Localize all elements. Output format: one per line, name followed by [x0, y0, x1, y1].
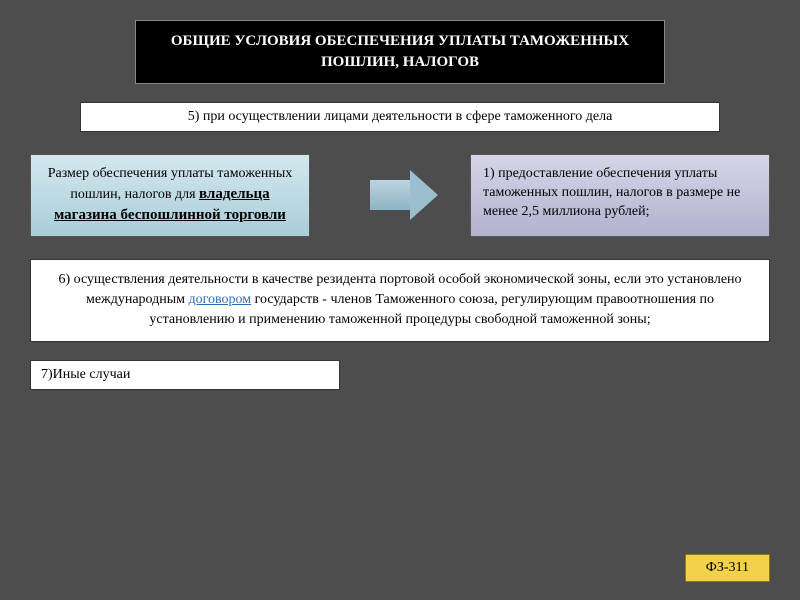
right-card: 1) предоставление обеспечения уплаты там…: [470, 154, 770, 237]
slide-title: ОБЩИЕ УСЛОВИЯ ОБЕСПЕЧЕНИЯ УПЛАТЫ ТАМОЖЕН…: [135, 20, 665, 84]
reference-tag: ФЗ-311: [685, 554, 770, 582]
item-6-box: 6) осуществления деятельности в качестве…: [30, 259, 770, 342]
arrow-icon: [345, 154, 435, 237]
item-7-box: 7)Иные случаи: [30, 360, 340, 390]
item6-link[interactable]: договором: [189, 292, 252, 307]
content-row: Размер обеспечения уплаты таможенных пош…: [30, 154, 770, 237]
slide: ОБЩИЕ УСЛОВИЯ ОБЕСПЕЧЕНИЯ УПЛАТЫ ТАМОЖЕН…: [0, 0, 800, 600]
item-5-box: 5) при осуществлении лицами деятельности…: [80, 102, 720, 132]
left-card: Размер обеспечения уплаты таможенных пош…: [30, 154, 310, 237]
